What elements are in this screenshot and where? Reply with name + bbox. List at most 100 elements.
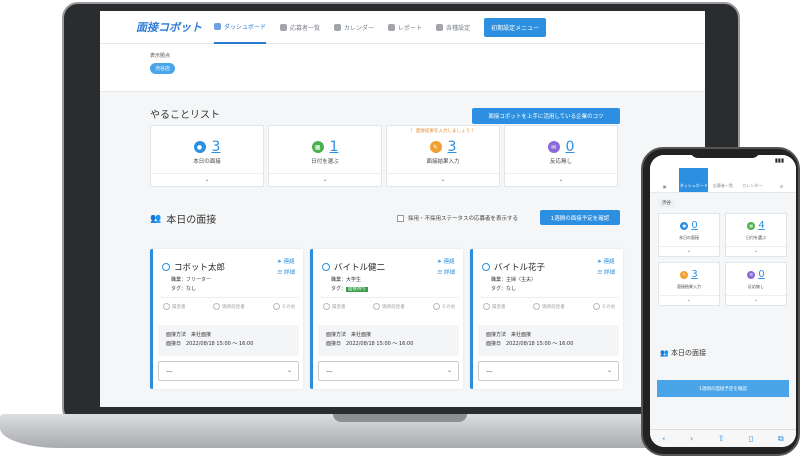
phone-nav-calendar[interactable]: カレンダー	[738, 183, 767, 192]
phone-location-chip[interactable]: 渋谷	[658, 199, 675, 207]
chevron-down-icon[interactable]: ⌄	[726, 246, 786, 256]
step-other[interactable]: その他	[592, 303, 615, 310]
back-icon[interactable]: ‹	[662, 434, 665, 443]
location-label: 表示拠点	[150, 53, 171, 59]
phone-notch	[690, 149, 760, 158]
phone-logo-icon[interactable]: ▣	[650, 184, 679, 192]
todo-card-result[interactable]: ！ 面接結果を入力しましょう ！ ✎ 3 面接結果入力 ⌄	[386, 125, 500, 187]
step-other[interactable]: その他	[432, 303, 455, 310]
chevron-down-icon[interactable]: ⌄	[269, 173, 381, 186]
phone-todo-cards: ● 0 本日の面接 ⌄ ▦ 4 日付を選ぶ ⌄ ✎ 3 面接結果入力 ⌄ ✉ 0 反応無し ⌄	[658, 213, 796, 306]
todo-count[interactable]: 3	[448, 139, 457, 155]
edit-icon: ✎	[680, 270, 689, 279]
week-schedule-button[interactable]: 1週間の面接予定を確認	[540, 210, 620, 225]
step-resume[interactable]: 履歴書	[483, 303, 506, 310]
phone-nav-applicants[interactable]: 応募者一覧	[708, 183, 737, 192]
phone-card-noreply[interactable]: ✉ 0 反応無し ⌄	[725, 262, 787, 306]
todo-count[interactable]: 1	[330, 139, 339, 155]
step-resume[interactable]: 履歴書	[163, 303, 186, 310]
status-checkbox[interactable]: 採用・不採用ステータスの応募者を表示する	[397, 214, 518, 222]
step-career[interactable]: 職務経歴書	[213, 303, 245, 310]
menu-icon[interactable]: ☰	[767, 184, 796, 192]
todo-cards: ● 3 本日の面接 ⌄ ▦ 1 日付を選ぶ ⌄ ！ 面接結果を入力しましょう ！ ✎ 3 面接結果…	[150, 125, 618, 187]
chevron-down-icon[interactable]: ⌄	[151, 173, 263, 186]
phone-nav-dashboard[interactable]: ダッシュボード	[679, 168, 709, 192]
detail-link[interactable]: ☰ 詳細	[597, 268, 615, 279]
people-icon: ●	[680, 221, 689, 230]
phone-screen: ▮▮▮ ▣ ダッシュボード 応募者一覧 カレンダー ☰ 渋谷 ● 0 本日の面接 ⌄ …	[650, 155, 796, 447]
interview-card: コボット太郎 ➤ 連絡 ☰ 詳細 職業：フリーター タグ：なし 履歴書 職務経歴書 その…	[150, 249, 303, 389]
chevron-down-icon[interactable]: ⌄	[659, 295, 719, 305]
no-reply-icon: ✉	[547, 141, 560, 153]
tabs-icon[interactable]: ⧉	[778, 434, 784, 444]
contact-link[interactable]: ➤ 連絡	[597, 257, 615, 268]
phone-count[interactable]: 0	[691, 220, 697, 231]
applicant-info: 職業：フリーター タグ：なし	[171, 277, 212, 292]
contact-link[interactable]: ➤ 連絡	[277, 257, 295, 268]
applicant-name[interactable]: バイトル花子	[482, 261, 545, 273]
share-icon[interactable]: ⇧	[718, 434, 725, 443]
calendar-icon	[334, 23, 342, 31]
todo-card-noreply[interactable]: ✉ 0 反応無し ⌄	[504, 125, 618, 187]
phone-card-result[interactable]: ✎ 3 面接結果入力 ⌄	[658, 262, 720, 306]
tips-button[interactable]: 面接コボットを上手に活用している企業のコツ	[472, 108, 620, 124]
phone-card-label: 反応無し	[748, 284, 764, 289]
nav-report[interactable]: レポート	[388, 11, 422, 44]
avatar-icon	[482, 263, 490, 271]
app-logo[interactable]: 面接コボット	[136, 19, 202, 35]
init-settings-button[interactable]: 初期設定メニュー	[484, 17, 547, 37]
phone-card-date[interactable]: ▦ 4 日付を選ぶ ⌄	[725, 213, 787, 257]
avatar-icon	[322, 263, 330, 271]
checkbox[interactable]	[397, 214, 404, 222]
step-career[interactable]: 職務経歴書	[533, 303, 565, 310]
document-steps: 履歴書 職務経歴書 その他	[159, 297, 299, 310]
todo-label: 面接結果入力	[426, 159, 460, 165]
phone-card-today[interactable]: ● 0 本日の面接 ⌄	[658, 213, 720, 257]
step-other[interactable]: その他	[272, 303, 295, 310]
step-resume[interactable]: 履歴書	[323, 303, 346, 310]
dashboard-icon	[214, 22, 221, 30]
phone-count[interactable]: 4	[758, 220, 764, 231]
detail-link[interactable]: ☰ 詳細	[437, 268, 455, 279]
chevron-down-icon[interactable]: ⌄	[726, 295, 786, 305]
applicant-name[interactable]: バイトル健二	[322, 261, 385, 273]
location-bar: 表示拠点 渋谷店	[100, 44, 705, 92]
bookmarks-icon[interactable]: ▯	[749, 434, 753, 443]
edit-icon: ✎	[429, 141, 442, 153]
nav-dashboard[interactable]: ダッシュボード	[214, 11, 267, 44]
location-chip[interactable]: 渋谷店	[150, 63, 176, 74]
step-career[interactable]: 職務経歴書	[373, 303, 405, 310]
interview-detail: 面接方法 来社面接 面接日 2022/08/18 15:00 ～ 16:00	[478, 325, 619, 356]
todo-card-today[interactable]: ● 3 本日の面接 ⌄	[150, 125, 264, 187]
list-icon	[280, 23, 288, 31]
result-select[interactable]: --- ⌄	[158, 361, 299, 381]
applicant-name[interactable]: コボット太郎	[162, 261, 225, 273]
interview-card: バイトル花子 ➤ 連絡 ☰ 詳細 職業：主婦（主夫） タグ：なし 履歴書 職務経歴書 そ…	[470, 249, 623, 389]
detail-link[interactable]: ☰ 詳細	[277, 268, 295, 279]
no-reply-icon: ✉	[747, 270, 756, 279]
document-steps: 履歴書 職務経歴書 その他	[479, 297, 619, 310]
card-links: ➤ 連絡 ☰ 詳細	[597, 257, 615, 279]
phone-week-button[interactable]: 1週間の面接予定を確認	[657, 380, 789, 397]
todo-count[interactable]: 3	[212, 139, 221, 155]
nav-applicants[interactable]: 応募者一覧	[280, 11, 320, 44]
todo-count[interactable]: 0	[566, 139, 575, 155]
result-select[interactable]: --- ⌄	[478, 361, 619, 381]
phone-count[interactable]: 3	[691, 269, 697, 280]
today-heading: 👥 本日の面接	[150, 213, 217, 227]
chevron-down-icon[interactable]: ⌄	[387, 173, 499, 186]
nav-settings[interactable]: 各種設定	[436, 11, 470, 44]
interview-detail: 面接方法 来社面接 面接日 2022/08/18 15:00 ～ 16:00	[158, 325, 299, 356]
todo-card-date[interactable]: ▦ 1 日付を選ぶ ⌄	[268, 125, 382, 187]
report-icon	[388, 23, 396, 31]
chevron-down-icon[interactable]: ⌄	[505, 173, 617, 186]
phone-count[interactable]: 0	[758, 269, 764, 280]
result-select[interactable]: --- ⌄	[318, 361, 459, 381]
todo-label: 反応無し	[549, 159, 572, 165]
tag-badge: 面接待ち	[346, 287, 369, 292]
chevron-down-icon[interactable]: ⌄	[659, 246, 719, 256]
contact-link[interactable]: ➤ 連絡	[437, 257, 455, 268]
interview-detail: 面接方法 来社面接 面接日 2022/08/18 15:00 ～ 16:00	[318, 325, 459, 356]
nav-calendar[interactable]: カレンダー	[334, 11, 374, 44]
forward-icon[interactable]: ›	[690, 434, 693, 443]
